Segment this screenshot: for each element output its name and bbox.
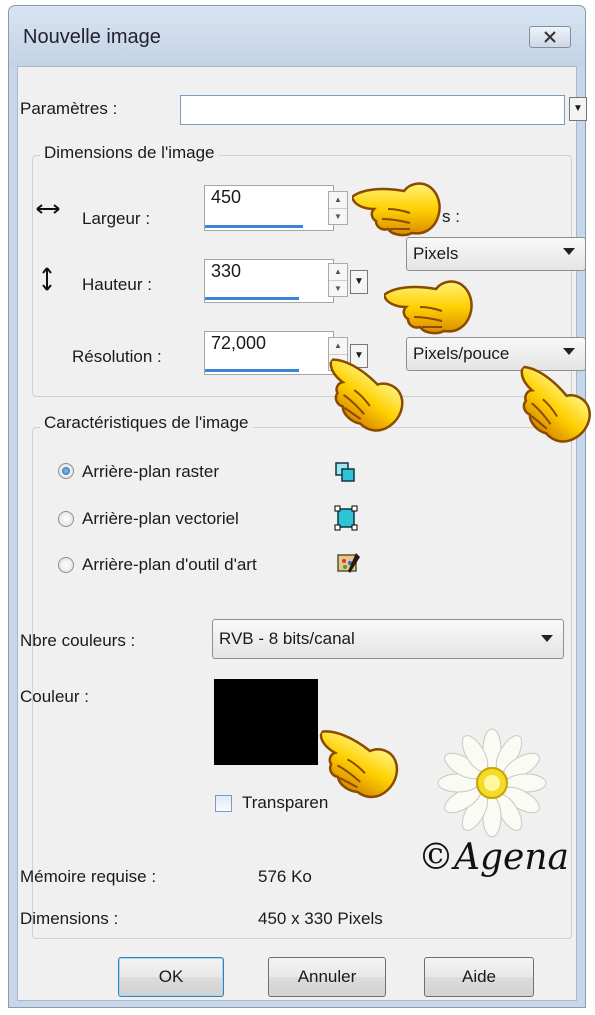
units-value: Pixels: [413, 244, 459, 263]
dimensions-label: Dimensions :: [20, 909, 119, 928]
raster-background-radio[interactable]: [58, 463, 74, 479]
memory-value: 576 Ko: [258, 867, 312, 886]
pointing-hand-icon: [352, 182, 441, 237]
resolution-label: Résolution :: [72, 347, 162, 366]
vector-layer-icon: [334, 505, 358, 531]
resolution-value: 72,000: [211, 333, 267, 353]
color-label: Couleur :: [20, 687, 89, 706]
width-input[interactable]: 450: [204, 185, 334, 231]
width-spinner[interactable]: ▲ ▼: [328, 191, 348, 225]
cancel-button[interactable]: Annuler: [268, 957, 386, 997]
close-icon: [544, 31, 556, 43]
width-slider-bar[interactable]: [205, 225, 303, 228]
colors-select[interactable]: RVB - 8 bits/canal: [212, 619, 564, 659]
art-media-background-radio[interactable]: [58, 557, 74, 573]
chevron-down-icon: [541, 635, 553, 642]
parametres-label: Paramètres :: [20, 99, 118, 118]
dimensions-value: 450 x 330 Pixels: [258, 909, 383, 928]
height-input[interactable]: 330: [204, 259, 334, 303]
height-arrows-icon: [42, 267, 52, 291]
characteristics-group-title: Caractéristiques de l'image: [40, 413, 253, 433]
daisy-flower-icon: [437, 728, 547, 838]
height-label: Hauteur :: [82, 275, 152, 294]
colors-value: RVB - 8 bits/canal: [219, 629, 355, 648]
height-spinner[interactable]: ▲ ▼: [328, 263, 348, 297]
height-dropdown-button[interactable]: ▼: [350, 270, 368, 294]
dialog-body: Paramètres : ▼ Dimensions de l'image Lar…: [17, 66, 595, 1001]
chevron-down-icon: [563, 248, 575, 255]
height-slider-bar[interactable]: [205, 297, 299, 300]
help-button[interactable]: Aide: [424, 957, 534, 997]
resolution-units-value: Pixels/pouce: [413, 344, 510, 363]
raster-layer-icon: [335, 462, 355, 482]
art-media-background-label[interactable]: Arrière-plan d'outil d'art: [82, 555, 257, 575]
dialog-title: Nouvelle image: [23, 26, 161, 48]
parametres-dropdown-button[interactable]: ▼: [569, 97, 587, 121]
colors-label: Nbre couleurs :: [20, 631, 136, 650]
units-select[interactable]: Pixels: [406, 237, 586, 271]
chevron-down-icon: [563, 348, 575, 355]
resolution-slider-bar[interactable]: [205, 369, 299, 372]
dimensions-group-title: Dimensions de l'image: [40, 143, 219, 163]
width-arrows-icon: [36, 204, 60, 214]
vector-background-label[interactable]: Arrière-plan vectoriel: [82, 509, 239, 529]
parametres-select[interactable]: [180, 95, 565, 125]
title-bar: Nouvelle image: [9, 6, 585, 66]
resolution-units-select[interactable]: Pixels/pouce: [406, 337, 586, 371]
transparent-label[interactable]: Transparen: [242, 793, 328, 813]
pointing-hand-icon: [384, 280, 473, 335]
color-swatch[interactable]: [214, 679, 318, 765]
transparent-checkbox[interactable]: [215, 795, 232, 812]
art-media-layer-icon: [337, 553, 360, 573]
memory-label: Mémoire requise :: [20, 867, 157, 886]
new-image-dialog: Nouvelle image Paramètres : ▼ Dimensions…: [8, 5, 595, 1008]
resolution-input[interactable]: 72,000: [204, 331, 334, 375]
vector-background-radio[interactable]: [58, 511, 74, 527]
watermark-signature: ©Agena: [418, 837, 569, 878]
height-value: 330: [211, 261, 242, 281]
ok-button[interactable]: OK: [118, 957, 224, 997]
width-label: Largeur :: [82, 209, 151, 228]
close-button[interactable]: [529, 26, 571, 48]
raster-background-label[interactable]: Arrière-plan raster: [82, 462, 219, 482]
width-value: 450: [211, 187, 242, 207]
